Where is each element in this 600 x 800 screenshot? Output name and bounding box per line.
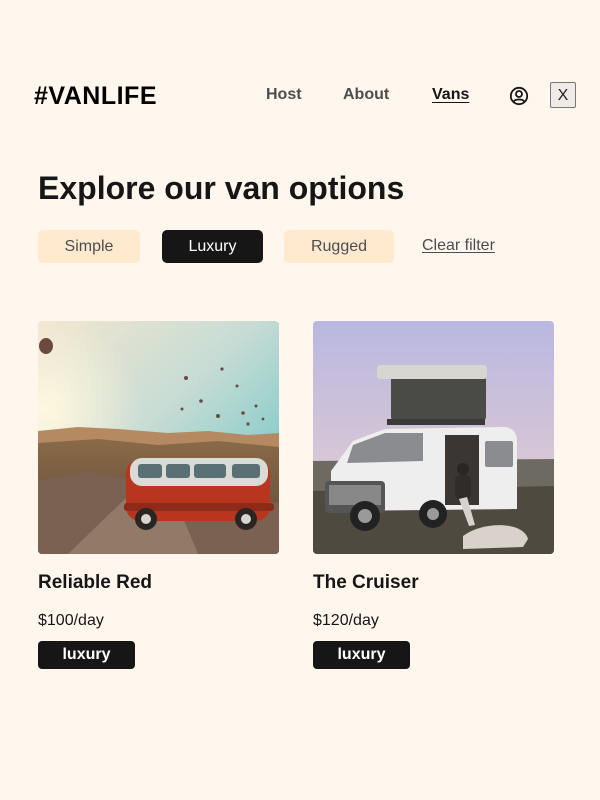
van-price: $100/day [38, 612, 104, 629]
van-name: The Cruiser [313, 572, 419, 593]
site-header: #VANLIFE Host About Vans X [0, 0, 600, 190]
van-price: $120/day [313, 612, 379, 629]
nav-link-host[interactable]: Host [266, 86, 302, 104]
page-title: Explore our van options [38, 170, 405, 206]
user-circle-icon[interactable] [509, 86, 529, 106]
van-type-badge: luxury [38, 641, 135, 669]
van-image-the-cruiser [313, 321, 554, 554]
van-card-reliable-red[interactable]: Reliable Red $100/day luxury [38, 321, 279, 669]
logo[interactable]: #VANLIFE [34, 82, 157, 111]
filter-simple[interactable]: Simple [38, 230, 140, 263]
nav-link-about[interactable]: About [343, 86, 389, 104]
clear-filter-link[interactable]: Clear filter [422, 237, 495, 255]
van-card-the-cruiser[interactable]: The Cruiser $120/day luxury [313, 321, 554, 669]
van-type-badge: luxury [313, 641, 410, 669]
filter-luxury[interactable]: Luxury [162, 230, 263, 263]
filter-rugged[interactable]: Rugged [284, 230, 394, 263]
close-button[interactable]: X [550, 82, 576, 108]
van-image-reliable-red [38, 321, 279, 554]
van-name: Reliable Red [38, 572, 153, 593]
nav-link-vans[interactable]: Vans [432, 86, 469, 104]
